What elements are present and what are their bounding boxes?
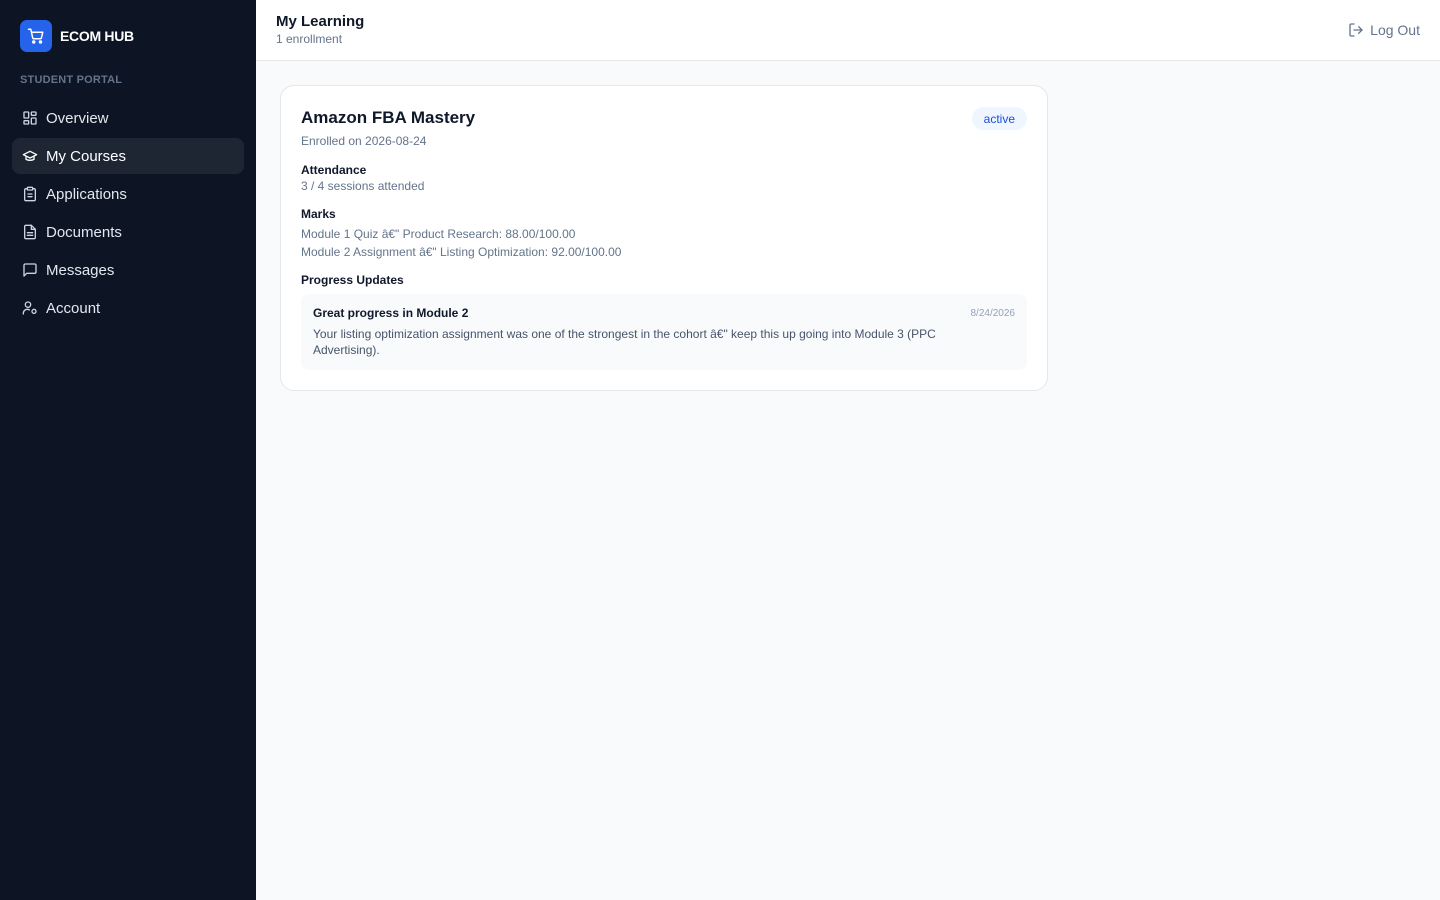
document-icon — [22, 224, 38, 240]
sidebar: ECOM HUB STUDENT PORTAL Overview My Cour… — [0, 0, 256, 900]
sidebar-item-label: Messages — [46, 261, 115, 279]
status-badge: active — [971, 107, 1027, 130]
mark-item: Module 1 Quiz â€" Product Research: 88.0… — [301, 227, 576, 241]
sidebar-item-label: Overview — [46, 109, 109, 127]
sidebar-item-documents[interactable]: Documents — [12, 214, 244, 250]
update-body: Your listing optimization assignment was… — [313, 327, 936, 357]
sidebar-section-label: STUDENT PORTAL — [20, 74, 123, 86]
update-title: Great progress in Module 2 — [313, 306, 469, 320]
brand-name: ECOM HUB — [60, 28, 134, 44]
sidebar-item-label: Applications — [46, 185, 127, 203]
logout-icon — [1349, 23, 1363, 37]
shopping-cart-icon — [20, 20, 52, 52]
sidebar-item-applications[interactable]: Applications — [12, 176, 244, 212]
sidebar-item-my-courses[interactable]: My Courses — [12, 138, 244, 174]
brand[interactable]: ECOM HUB — [20, 20, 134, 52]
sidebar-item-account[interactable]: Account — [12, 290, 244, 326]
user-cog-icon — [22, 300, 38, 316]
enrolled-date: Enrolled on 2026-08-24 — [301, 134, 427, 148]
attendance-value: 3 / 4 sessions attended — [301, 179, 425, 193]
top-header: My Learning 1 enrollment Log Out — [256, 0, 1440, 61]
course-title: Amazon FBA Mastery — [301, 108, 476, 127]
sidebar-item-label: Account — [46, 299, 101, 317]
message-square-icon — [22, 262, 38, 278]
sidebar-nav: Overview My Courses Applications Documen… — [12, 100, 244, 328]
attendance-heading: Attendance — [301, 163, 367, 177]
enrollment-count: 1 enrollment — [276, 32, 343, 46]
sidebar-item-label: My Courses — [46, 147, 127, 165]
clipboard-icon — [22, 186, 38, 202]
marks-heading: Marks — [301, 207, 336, 221]
update-date: 8/24/2026 — [970, 308, 1016, 319]
mark-item: Module 2 Assignment â€" Listing Optimiza… — [301, 245, 622, 259]
sidebar-item-label: Documents — [46, 223, 122, 241]
enrollment-card: Amazon FBA Mastery Enrolled on 2026-08-2… — [280, 85, 1048, 391]
sidebar-item-messages[interactable]: Messages — [12, 252, 244, 288]
logout-label: Log Out — [1370, 22, 1420, 38]
logout-button[interactable]: Log Out — [1348, 20, 1420, 40]
page-title: My Learning — [276, 13, 365, 30]
progress-update-item: Great progress in Module 2 8/24/2026 You… — [301, 294, 1027, 370]
dashboard-grid-icon — [22, 110, 38, 126]
graduation-cap-icon — [22, 148, 38, 164]
sidebar-item-overview[interactable]: Overview — [12, 100, 244, 136]
progress-updates-heading: Progress Updates — [301, 273, 404, 287]
